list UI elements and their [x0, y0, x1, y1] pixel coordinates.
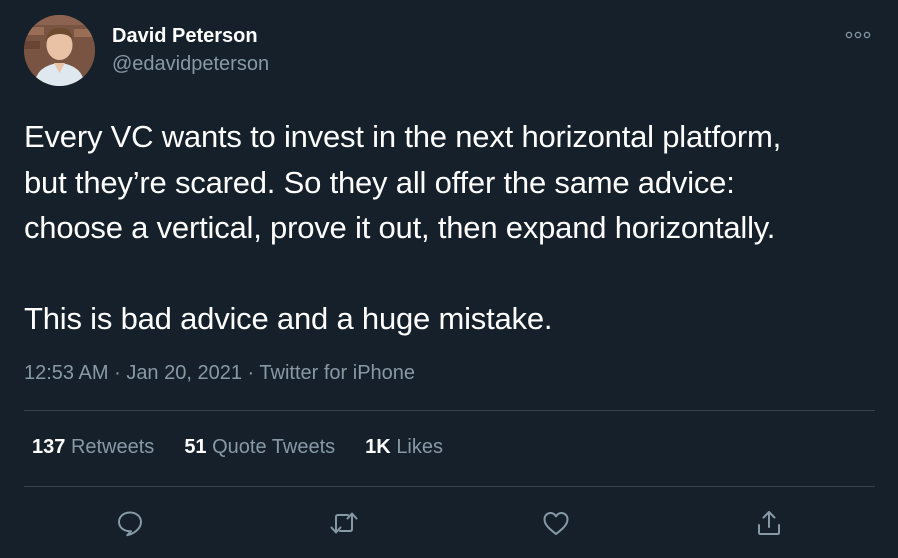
tweet-metadata: 12:53 AM · Jan 20, 2021 · Twitter for iP… [24, 362, 415, 385]
retweets-count: 137 [32, 436, 66, 458]
share-icon[interactable] [752, 506, 786, 540]
tweet-card: David Peterson @edavidpeterson Every VC … [0, 0, 898, 558]
likes-count: 1K [365, 436, 391, 458]
meta-separator: · [114, 362, 121, 384]
likes-label: Likes [396, 436, 444, 458]
tweet-text: Every VC wants to invest in the next hor… [24, 119, 782, 336]
retweets-stat[interactable]: 137 Retweets [32, 436, 154, 459]
engagement-stats: 137 Retweets 51 Quote Tweets 1K Likes [32, 436, 473, 459]
like-icon[interactable] [539, 506, 573, 540]
tweet-date[interactable]: Jan 20, 2021 [126, 362, 242, 384]
meta-separator: · [247, 362, 255, 384]
divider [24, 410, 875, 411]
likes-stat[interactable]: 1K Likes [365, 436, 443, 459]
quote-tweets-label: Quote Tweets [212, 436, 336, 458]
tweet-time[interactable]: 12:53 AM [24, 362, 109, 384]
quote-tweets-count: 51 [184, 436, 207, 458]
retweet-icon[interactable] [327, 506, 361, 540]
retweets-label: Retweets [70, 436, 155, 458]
more-options-icon[interactable] [843, 24, 873, 46]
divider [24, 486, 875, 487]
tweet-source[interactable]: Twitter for iPhone [259, 362, 415, 384]
author-name[interactable]: David Peterson [112, 25, 258, 48]
author-handle[interactable]: @edavidpeterson [112, 53, 269, 76]
reply-icon[interactable] [113, 506, 147, 540]
quote-tweets-stat[interactable]: 51 Quote Tweets [184, 436, 335, 459]
avatar[interactable] [24, 15, 95, 86]
